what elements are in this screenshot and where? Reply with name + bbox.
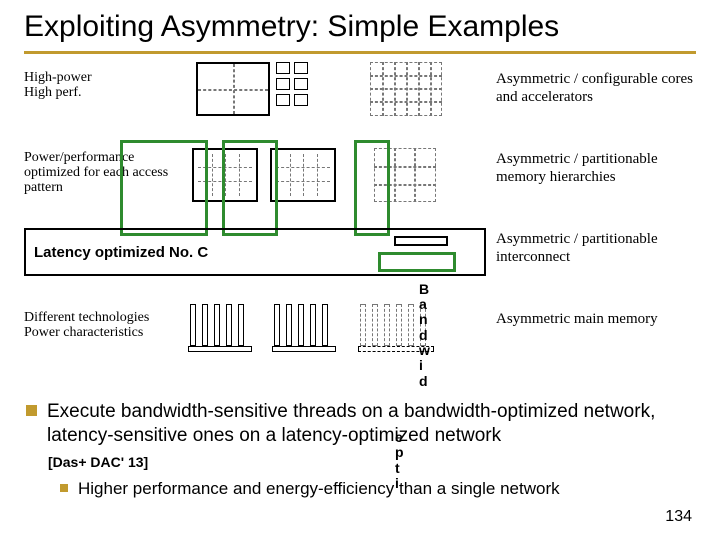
bullets: Execute bandwidth-sensitive threads on a… xyxy=(26,400,696,505)
slide: Exploiting Asymmetry: Simple Examples Hi… xyxy=(0,0,720,540)
citation: [Das+ DAC' 13] xyxy=(48,454,696,470)
slide-title: Exploiting Asymmetry: Simple Examples xyxy=(24,10,696,45)
row4-mid xyxy=(184,302,486,374)
diagram: High-power High perf. xyxy=(24,62,696,372)
row1-left-label: High-power High perf. xyxy=(24,70,174,101)
row-main-memory: Different technologies Power characteris… xyxy=(24,302,696,374)
page-number: 134 xyxy=(665,508,692,526)
tiny-core-grid xyxy=(370,62,442,116)
scatter-letters-1: B a n d w i d xyxy=(419,282,430,390)
bullet-icon xyxy=(26,405,37,416)
row-cores: High-power High perf. xyxy=(24,62,696,134)
mem-group-2 xyxy=(274,304,334,352)
bullet-icon-small xyxy=(60,484,68,492)
bullet-sub: Higher performance and energy-efficiency… xyxy=(60,478,696,499)
highlight-box-noc xyxy=(378,252,456,272)
row4-left-label: Different technologies Power characteris… xyxy=(24,310,174,341)
row-interconnect: Latency optimized No. C Asymmetric / par… xyxy=(24,222,696,294)
title-underline xyxy=(24,51,696,54)
row4-right-label: Asymmetric main memory xyxy=(496,310,696,328)
row1-mid xyxy=(184,62,486,134)
row3-mid: Latency optimized No. C xyxy=(24,222,486,294)
big-core xyxy=(196,62,270,116)
cache-block-b xyxy=(270,148,336,202)
bullet-sub-text: Higher performance and energy-efficiency… xyxy=(78,478,560,499)
bullet-main-text: Execute bandwidth-sensitive threads on a… xyxy=(47,400,696,448)
noc-outer: Latency optimized No. C xyxy=(24,228,486,276)
row3-right-label: Asymmetric / partitionable interconnect xyxy=(496,230,696,266)
row1-right-label: Asymmetric / configurable cores and acce… xyxy=(496,70,696,106)
noc-label: Latency optimized No. C xyxy=(34,244,208,261)
mem-group-1 xyxy=(190,304,250,352)
scatter-letters-2: e p t i xyxy=(395,430,404,492)
bullet-main: Execute bandwidth-sensitive threads on a… xyxy=(26,400,696,448)
row2-right-label: Asymmetric / partitionable memory hierar… xyxy=(496,150,696,186)
noc-small-box xyxy=(394,236,448,246)
